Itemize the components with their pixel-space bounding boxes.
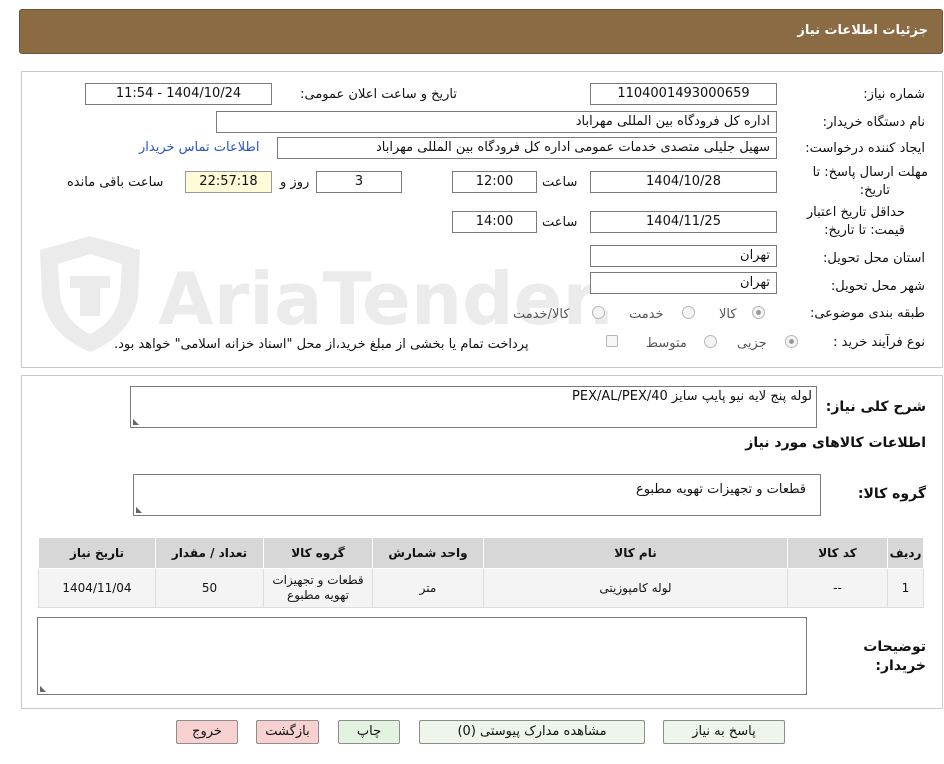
requester-field: سهیل جلیلی متصدی خدمات عمومی اداره کل فر…: [277, 137, 777, 159]
page-header: جزئیات اطلاعات نیاز: [19, 9, 943, 54]
announce-field: 1404/10/24 - 11:54: [85, 83, 272, 105]
validity-time-field: 14:00: [452, 211, 537, 233]
resize-grip-icon[interactable]: ◢: [136, 505, 142, 514]
attachments-button[interactable]: مشاهده مدارک پیوستی (0): [419, 720, 645, 744]
deadline-date-field: 1404/10/28: [590, 171, 777, 193]
validity-time-label: ساعت: [542, 215, 578, 230]
exit-button[interactable]: خروج: [176, 720, 238, 744]
page-title: جزئیات اطلاعات نیاز: [797, 23, 928, 38]
buyer-notes-label-line1: توضیحات: [863, 639, 926, 655]
need-number-field: 1104001493000659: [590, 83, 777, 105]
buyer-org-label: نام دستگاه خریدار:: [822, 115, 925, 130]
print-button[interactable]: چاپ: [338, 720, 400, 744]
payment-note: پرداخت تمام یا بخشی از مبلغ خرید،از محل …: [114, 337, 529, 352]
table-header-row: ردیف کد کالا نام کالا واحد شمارش گروه کا…: [38, 537, 924, 569]
process-radio-medium[interactable]: [704, 335, 717, 348]
items-table: ردیف کد کالا نام کالا واحد شمارش گروه کا…: [38, 537, 924, 608]
cell-name: لوله کامپوزیتی: [483, 568, 788, 608]
goods-group-label: گروه کالا:: [857, 486, 926, 502]
process-option-minor: جزیی: [737, 336, 767, 351]
buyer-notes-label-line2: خریدار:: [875, 658, 926, 674]
remaining-label: ساعت باقی مانده: [67, 175, 164, 190]
need-number-label: شماره نیاز:: [863, 87, 925, 102]
buyer-notes-textarea: ◢: [37, 617, 807, 695]
province-label: استان محل تحویل:: [823, 251, 925, 266]
resize-grip-icon[interactable]: ◢: [133, 417, 139, 426]
days-field: 3: [316, 171, 402, 193]
description-text: لوله پنج لایه نیو پایپ سایز PEX/AL/PEX/4…: [572, 389, 812, 404]
city-label: شهر محل تحویل:: [830, 279, 925, 294]
goods-group-text: قطعات و تجهیزات تهویه مطبوع: [635, 482, 806, 497]
province-field: تهران: [590, 245, 777, 267]
category-option-service: خدمت: [629, 307, 664, 322]
buyer-org-field: اداره کل فرودگاه بین المللی مهراباد: [216, 111, 777, 133]
category-option-goods-service: کالا/خدمت: [513, 307, 570, 322]
process-label: نوع فرآیند خرید :: [833, 335, 925, 350]
category-radio-service[interactable]: [682, 306, 695, 319]
process-option-medium: متوسط: [646, 336, 687, 351]
deadline-time-label: ساعت: [542, 175, 578, 190]
cell-quantity: 50: [155, 568, 264, 608]
cell-group: قطعات و تجهیزات تهویه مطبوع: [263, 568, 373, 608]
category-radio-goods-service[interactable]: [592, 306, 605, 319]
process-radio-minor[interactable]: [785, 335, 798, 348]
validity-label-line1: حداقل تاریخ اعتبار: [806, 205, 905, 220]
cell-date: 1404/11/04: [38, 568, 156, 608]
validity-date-field: 1404/11/25: [590, 211, 777, 233]
col-header-row-number: ردیف: [887, 537, 924, 569]
cell-row-number: 1: [887, 568, 924, 608]
deadline-label-line1: مهلت ارسال پاسخ: تا: [812, 165, 928, 180]
buyer-contact-link[interactable]: اطلاعات تماس خریدار: [139, 140, 259, 155]
cell-unit: متر: [372, 568, 484, 608]
reply-button[interactable]: پاسخ به نیاز: [663, 720, 785, 744]
cell-code: --: [787, 568, 888, 608]
announce-label: تاریخ و ساعت اعلان عمومی:: [300, 87, 457, 102]
category-label: طبقه بندی موضوعی:: [809, 306, 925, 321]
resize-grip-icon[interactable]: ◢: [40, 684, 46, 693]
goods-section-title: اطلاعات کالاهای مورد نیاز: [745, 435, 926, 451]
col-header-unit: واحد شمارش: [372, 537, 484, 569]
days-label: روز و: [280, 175, 310, 190]
col-header-group: گروه کالا: [263, 537, 373, 569]
description-textarea: لوله پنج لایه نیو پایپ سایز PEX/AL/PEX/4…: [130, 386, 817, 428]
category-radio-goods[interactable]: [752, 306, 765, 319]
table-row: 1 -- لوله کامپوزیتی متر قطعات و تجهیزات …: [38, 568, 924, 608]
treasury-checkbox[interactable]: [606, 335, 618, 347]
back-button[interactable]: بازگشت: [256, 720, 319, 744]
remaining-time-field: 22:57:18: [185, 171, 272, 193]
validity-label-line2: قیمت: تا تاریخ:: [824, 223, 905, 238]
city-field: تهران: [590, 272, 777, 294]
goods-group-textarea: قطعات و تجهیزات تهویه مطبوع ◢: [133, 474, 821, 516]
col-header-code: کد کالا: [787, 537, 888, 569]
category-option-goods: کالا: [719, 307, 737, 322]
requester-label: ایجاد کننده درخواست:: [805, 141, 925, 156]
col-header-name: نام کالا: [483, 537, 788, 569]
deadline-label-line2: تاریخ:: [859, 183, 890, 198]
col-header-quantity: تعداد / مقدار: [155, 537, 264, 569]
col-header-date: تاریخ نیاز: [38, 537, 156, 569]
description-label: شرح کلی نیاز:: [825, 399, 926, 415]
deadline-time-field: 12:00: [452, 171, 537, 193]
